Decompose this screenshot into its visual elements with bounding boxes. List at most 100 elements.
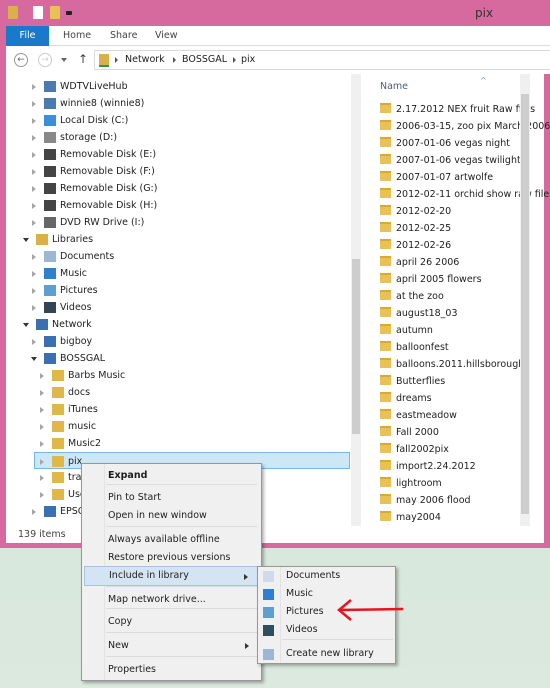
menu-item-expand[interactable]: Expand <box>84 466 259 486</box>
tree-item[interactable]: iTunes <box>6 401 346 418</box>
file-row[interactable]: balloons.2011.hillsborough <box>380 356 524 373</box>
expand-arrow-icon[interactable] <box>32 169 36 175</box>
file-row[interactable]: august18_03 <box>380 305 458 322</box>
tree-item[interactable]: Network <box>6 316 346 333</box>
file-row[interactable]: Butterflies <box>380 373 445 390</box>
file-scrollbar[interactable] <box>520 74 530 526</box>
nav-scrollbar[interactable] <box>351 74 361 526</box>
menu-item-map-network-drive[interactable]: Map network drive... <box>84 590 259 610</box>
expand-arrow-icon[interactable] <box>40 390 44 396</box>
tree-item[interactable]: WDTVLiveHub <box>6 78 346 95</box>
file-row[interactable]: may2004 <box>380 509 441 526</box>
tab-home[interactable]: Home <box>63 26 91 46</box>
submenu-item-documents[interactable]: Documents <box>258 566 395 586</box>
tree-item[interactable]: Local Disk (C:) <box>6 112 346 129</box>
column-header-name[interactable]: Name <box>380 81 408 92</box>
up-button[interactable]: ↑ <box>78 52 88 66</box>
tree-item[interactable]: Removable Disk (F:) <box>6 163 346 180</box>
expand-arrow-icon[interactable] <box>40 492 44 498</box>
breadcrumb-pix[interactable]: pix <box>241 54 255 65</box>
tree-item[interactable]: Videos <box>6 299 346 316</box>
address-bar[interactable]: Network BOSSGAL pix <box>94 50 550 70</box>
tree-item[interactable]: bigboy <box>6 333 346 350</box>
menu-item-open-in-new-window[interactable]: Open in new window <box>84 506 259 526</box>
file-row[interactable]: lightroom <box>380 475 442 492</box>
collapse-arrow-icon[interactable] <box>31 357 37 364</box>
tree-item[interactable]: DVD RW Drive (I:) <box>6 214 346 231</box>
expand-arrow-icon[interactable] <box>32 271 36 277</box>
tree-item[interactable]: Documents <box>6 248 346 265</box>
expand-arrow-icon[interactable] <box>40 441 44 447</box>
file-row[interactable]: 2007-01-06 vegas twilight <box>380 152 521 169</box>
expand-arrow-icon[interactable] <box>32 220 36 226</box>
file-row[interactable]: balloonfest <box>380 339 449 356</box>
submenu-item-create-new-library[interactable]: Create new library <box>258 644 395 664</box>
tree-item[interactable]: music <box>6 418 346 435</box>
expand-arrow-icon[interactable] <box>32 254 36 260</box>
file-row[interactable]: april 2005 flowers <box>380 271 482 288</box>
tree-item[interactable]: Removable Disk (G:) <box>6 180 346 197</box>
properties-icon[interactable] <box>33 6 43 19</box>
expand-arrow-icon[interactable] <box>40 459 44 465</box>
file-row[interactable]: 2012-02-25 <box>380 220 451 237</box>
tab-share[interactable]: Share <box>110 26 137 46</box>
tree-item[interactable]: Music2 <box>6 435 346 452</box>
file-row[interactable]: april 26 2006 <box>380 254 459 271</box>
menu-item-always-available-offline[interactable]: Always available offline <box>84 530 259 550</box>
file-row[interactable]: Fall 2000 <box>380 424 439 441</box>
file-row[interactable]: import2.24.2012 <box>380 458 476 475</box>
expand-arrow-icon[interactable] <box>40 424 44 430</box>
file-row[interactable]: fall2002pix <box>380 441 449 458</box>
file-row[interactable]: 2007-01-07 artwolfe <box>380 169 493 186</box>
file-row[interactable]: 2012-02-26 <box>380 237 451 254</box>
tree-item[interactable]: docs <box>6 384 346 401</box>
tree-item[interactable]: Pictures <box>6 282 346 299</box>
menu-item-pin-to-start[interactable]: Pin to Start <box>84 488 259 508</box>
file-row[interactable]: at the zoo <box>380 288 444 305</box>
tree-item[interactable]: Barbs Music <box>6 367 346 384</box>
expand-arrow-icon[interactable] <box>32 509 36 515</box>
expand-arrow-icon[interactable] <box>32 152 36 158</box>
expand-arrow-icon[interactable] <box>32 288 36 294</box>
menu-item-copy[interactable]: Copy <box>84 612 259 632</box>
file-row[interactable]: autumn <box>380 322 433 339</box>
expand-arrow-icon[interactable] <box>40 475 44 481</box>
tree-item[interactable]: Music <box>6 265 346 282</box>
back-button[interactable]: ← <box>14 53 28 67</box>
breadcrumb-bossgal[interactable]: BOSSGAL <box>182 54 227 65</box>
tree-item[interactable]: Removable Disk (H:) <box>6 197 346 214</box>
file-row[interactable]: 2.17.2012 NEX fruit Raw files <box>380 101 535 118</box>
customize-toolbar-icon[interactable] <box>66 11 72 15</box>
expand-arrow-icon[interactable] <box>32 186 36 192</box>
expand-arrow-icon[interactable] <box>32 339 36 345</box>
file-row[interactable]: dreams <box>380 390 432 407</box>
tree-item[interactable]: winnie8 (winnie8) <box>6 95 346 112</box>
tab-file[interactable]: File <box>6 26 49 46</box>
tree-item[interactable]: Libraries <box>6 231 346 248</box>
file-row[interactable]: 2012-02-20 <box>380 203 451 220</box>
expand-arrow-icon[interactable] <box>32 203 36 209</box>
menu-item-new[interactable]: New <box>84 636 259 656</box>
tree-item[interactable]: Removable Disk (E:) <box>6 146 346 163</box>
new-folder-icon[interactable] <box>50 6 60 19</box>
tab-view[interactable]: View <box>155 26 178 46</box>
breadcrumb-network[interactable]: Network <box>125 54 165 65</box>
file-row[interactable]: eastmeadow <box>380 407 457 424</box>
menu-item-restore-previous-versions[interactable]: Restore previous versions <box>84 548 259 568</box>
recent-locations-icon[interactable] <box>61 58 67 62</box>
file-row[interactable]: may 2006 flood <box>380 492 471 509</box>
menu-item-properties[interactable]: Properties <box>84 660 259 680</box>
forward-button[interactable]: → <box>38 53 52 67</box>
expand-arrow-icon[interactable] <box>32 305 36 311</box>
expand-arrow-icon[interactable] <box>40 373 44 379</box>
expand-arrow-icon[interactable] <box>32 135 36 141</box>
menu-item-include-in-library[interactable]: Include in library <box>84 566 259 586</box>
expand-arrow-icon[interactable] <box>32 84 36 90</box>
tree-item[interactable]: storage (D:) <box>6 129 346 146</box>
collapse-arrow-icon[interactable] <box>23 323 29 330</box>
collapse-arrow-icon[interactable] <box>23 238 29 245</box>
tree-item[interactable]: BOSSGAL <box>6 350 346 367</box>
expand-arrow-icon[interactable] <box>32 118 36 124</box>
file-row[interactable]: 2007-01-06 vegas night <box>380 135 510 152</box>
expand-arrow-icon[interactable] <box>40 407 44 413</box>
